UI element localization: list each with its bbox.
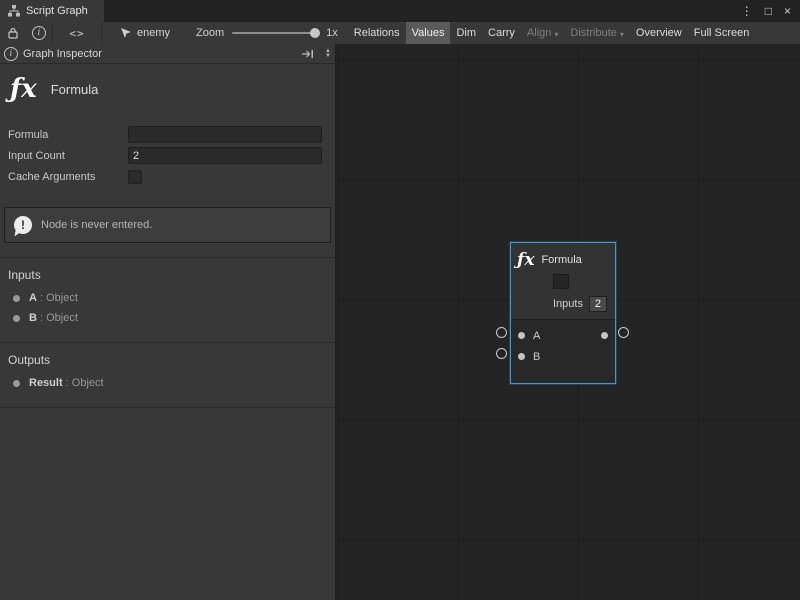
graph-target[interactable]: enemy <box>120 27 170 39</box>
graph-inspector-title: Graph Inspector <box>23 48 102 60</box>
distribute-button[interactable]: Distribute ▾ <box>564 22 629 44</box>
input-count-input[interactable] <box>128 147 322 164</box>
formula-input[interactable] <box>128 126 322 143</box>
inspector-title-block: ƒx Formula <box>0 64 335 118</box>
formula-node-title: Formula <box>541 254 581 266</box>
inspector-fields: Formula Input Count Cache Arguments <box>0 118 335 195</box>
values-button[interactable]: Values <box>406 22 451 44</box>
graph-inspector-header: i Graph Inspector ▲ ▼ <box>0 44 335 64</box>
toolbar-separator <box>101 22 102 44</box>
info-icon[interactable]: i <box>26 22 52 44</box>
node-port-row-a: A <box>511 325 615 346</box>
window-titlebar: Script Graph ⋮ □ × <box>0 0 800 22</box>
chevron-down-icon: ▾ <box>554 30 558 39</box>
zoom-value: 1x <box>326 27 338 39</box>
graph-inspector-panel: i Graph Inspector ▲ ▼ ƒx Formula Formula… <box>0 44 336 600</box>
lock-icon[interactable] <box>0 22 26 44</box>
input-port-b-icon[interactable] <box>518 353 525 360</box>
node-port-label: B <box>533 351 540 363</box>
node-port-row-b: B <box>511 346 615 367</box>
output-port-result-icon[interactable] <box>601 332 608 339</box>
target-cursor-icon <box>120 27 132 39</box>
overview-button[interactable]: Overview <box>630 22 688 44</box>
zoom-label: Zoom <box>196 27 224 39</box>
formula-fx-icon: ƒx <box>517 250 534 270</box>
formula-node-ports: A B <box>511 319 615 383</box>
inputs-header: Inputs <box>8 268 327 282</box>
toolbar-buttons: Relations Values Dim Carry Align ▾ Distr… <box>348 22 756 44</box>
node-port-label: A <box>533 330 540 342</box>
node-inputs-label: Inputs <box>553 298 583 310</box>
inputs-section: Inputs AObject BObject <box>0 257 335 342</box>
input-port-a-icon[interactable] <box>518 332 525 339</box>
maximize-icon[interactable]: □ <box>765 4 772 18</box>
graph-canvas[interactable]: ƒx Formula Inputs 2 A B <box>336 44 800 600</box>
carry-button[interactable]: Carry <box>482 22 521 44</box>
formula-fx-icon: ƒx <box>10 76 37 102</box>
dim-button[interactable]: Dim <box>450 22 482 44</box>
port-dot-icon <box>13 315 20 322</box>
outer-port-a-icon[interactable] <box>496 327 507 338</box>
outputs-section: Outputs ResultObject <box>0 342 335 408</box>
close-icon[interactable]: × <box>784 4 791 18</box>
warning-box: ! Node is never entered. <box>4 207 331 243</box>
outputs-header: Outputs <box>8 353 327 367</box>
zoom-slider[interactable] <box>232 32 316 34</box>
cache-arguments-field-row: Cache Arguments <box>8 168 322 185</box>
warning-icon: ! <box>14 216 32 234</box>
info-icon: i <box>4 47 18 61</box>
cache-arguments-label: Cache Arguments <box>8 171 128 183</box>
chevron-down-icon: ▾ <box>620 30 624 39</box>
zoom-slider-knob[interactable] <box>310 28 320 38</box>
code-view-icon[interactable]: <> <box>53 22 101 44</box>
tab-label: Script Graph <box>26 5 88 17</box>
warning-text: Node is never entered. <box>41 219 152 231</box>
tab-script-graph[interactable]: Script Graph <box>0 0 104 22</box>
output-port-result: ResultObject <box>13 377 327 389</box>
input-count-field-row: Input Count <box>8 147 322 164</box>
dock-icon[interactable] <box>301 49 314 59</box>
outer-port-b-icon[interactable] <box>496 348 507 359</box>
formula-field-label: Formula <box>8 129 128 141</box>
spinner-icon[interactable]: ▲ ▼ <box>325 49 331 59</box>
node-formula-input[interactable] <box>553 274 569 289</box>
relations-button[interactable]: Relations <box>348 22 406 44</box>
outer-port-result-icon[interactable] <box>618 327 629 338</box>
align-button[interactable]: Align ▾ <box>521 22 564 44</box>
window-controls: ⋮ □ × <box>741 0 800 22</box>
port-dot-icon <box>13 380 20 387</box>
formula-node-header[interactable]: ƒx Formula Inputs 2 <box>511 243 615 319</box>
full-screen-button[interactable]: Full Screen <box>688 22 756 44</box>
input-port-b: BObject <box>13 312 327 324</box>
input-port-a: AObject <box>13 292 327 304</box>
inspector-node-title: Formula <box>51 82 99 97</box>
cache-arguments-checkbox[interactable] <box>128 170 142 184</box>
node-input-count-field[interactable]: 2 <box>589 296 607 312</box>
formula-field-row: Formula <box>8 126 322 143</box>
port-dot-icon <box>13 295 20 302</box>
input-count-label: Input Count <box>8 150 128 162</box>
target-label: enemy <box>137 27 170 39</box>
formula-node[interactable]: ƒx Formula Inputs 2 A B <box>510 242 616 384</box>
script-graph-icon <box>8 5 20 17</box>
graph-toolbar: i <> enemy Zoom 1x Relations Values Dim … <box>0 22 800 45</box>
window-menu-icon[interactable]: ⋮ <box>741 4 753 18</box>
